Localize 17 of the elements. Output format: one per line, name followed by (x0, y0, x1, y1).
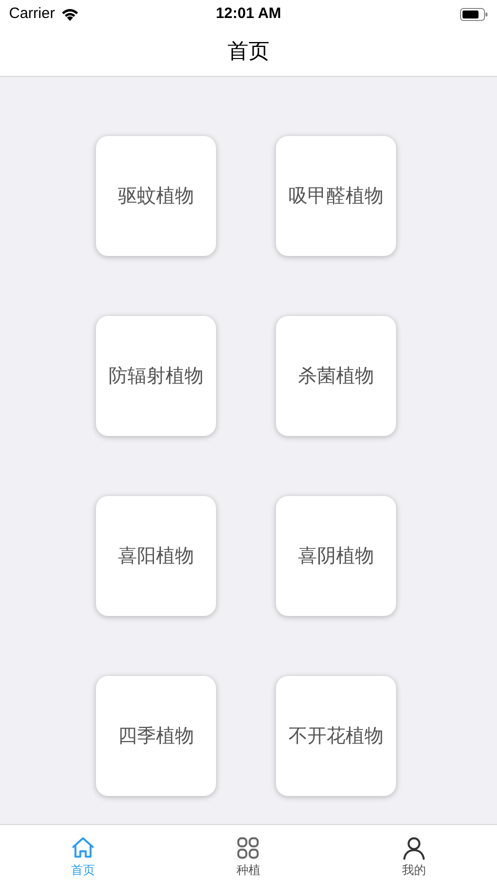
battery-icon (460, 8, 488, 20)
category-card[interactable]: 防辐射植物 (96, 316, 216, 436)
carrier-label: Carrier (9, 4, 55, 24)
status-time: 12:01 AM (216, 4, 282, 24)
category-card[interactable]: 喜阴植物 (276, 496, 396, 616)
wifi-icon (60, 8, 79, 20)
category-card[interactable]: 吸甲醛植物 (276, 136, 396, 256)
tab-item[interactable]: 我的 (331, 825, 497, 883)
category-card[interactable]: 驱蚊植物 (96, 136, 216, 256)
category-card[interactable]: 杀菌植物 (276, 316, 396, 436)
category-card[interactable]: 四季植物 (96, 676, 216, 796)
category-card[interactable]: 喜阳植物 (96, 496, 216, 616)
person-icon (401, 835, 428, 861)
category-card[interactable]: 不开花植物 (276, 676, 396, 796)
page-title: 首页 (228, 38, 270, 66)
grid-icon (235, 835, 262, 861)
tab-item[interactable]: 种植 (166, 825, 332, 883)
